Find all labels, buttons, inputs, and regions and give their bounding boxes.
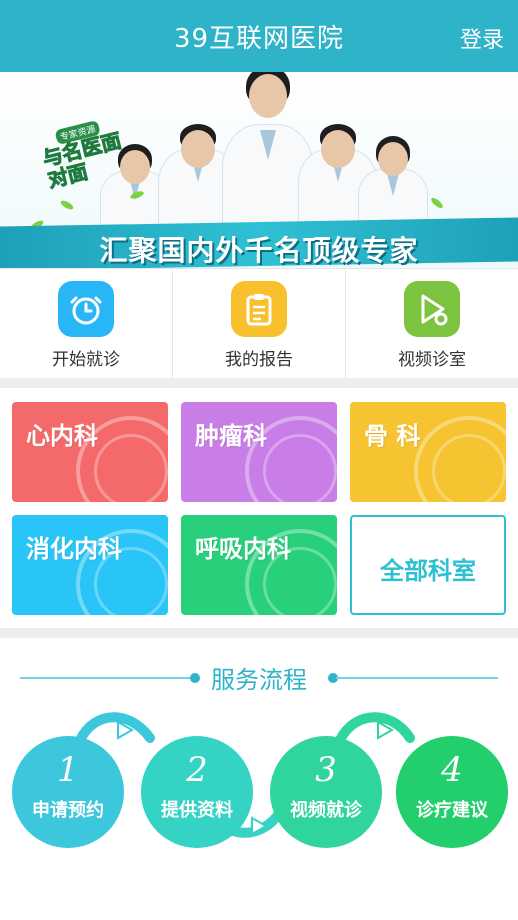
- dept-label: 骨 科: [364, 422, 421, 450]
- decorative-ring: [432, 434, 506, 502]
- dept-all-button[interactable]: 全部科室: [350, 515, 506, 615]
- quick-action-label: 我的报告: [225, 350, 293, 370]
- doctor-illustration: [358, 114, 428, 234]
- flow-step-number: 2: [186, 750, 208, 790]
- leaf-decoration: [59, 198, 75, 212]
- login-button[interactable]: 登录: [460, 22, 504, 54]
- clipboard-icon: [231, 281, 287, 337]
- leaf-decoration: [429, 196, 445, 210]
- flow-step-3: 3 视频就诊: [270, 736, 382, 848]
- app-header: 39互联网医院 登录: [0, 0, 518, 72]
- dept-orthopedics[interactable]: 骨 科: [350, 402, 506, 502]
- dept-label: 呼吸内科: [195, 535, 291, 563]
- dept-respiratory[interactable]: 呼吸内科: [181, 515, 337, 615]
- flow-step-number: 3: [315, 750, 337, 790]
- dept-label: 肿瘤科: [195, 422, 267, 450]
- section-divider: [0, 628, 518, 638]
- quick-action-my-reports[interactable]: 我的报告: [173, 269, 346, 378]
- dept-label: 心内科: [26, 422, 98, 450]
- flow-step-label: 申请预约: [32, 800, 104, 821]
- quick-action-label: 视频诊室: [398, 350, 466, 370]
- dept-label: 消化内科: [26, 535, 122, 563]
- quick-action-label: 开始就诊: [52, 350, 120, 370]
- quick-actions: 开始就诊 我的报告 视频诊室: [0, 268, 518, 378]
- flow-step-number: 4: [441, 750, 463, 790]
- flow-step-2: 2 提供资料: [141, 736, 253, 848]
- alarm-clock-icon: [58, 281, 114, 337]
- dept-all-label: 全部科室: [380, 557, 476, 585]
- video-play-icon: [404, 281, 460, 337]
- quick-action-start-consult[interactable]: 开始就诊: [0, 269, 173, 378]
- flow-step-1: 1 申请预约: [12, 736, 124, 848]
- decorative-ring: [94, 434, 168, 502]
- dept-gastroenterology[interactable]: 消化内科: [12, 515, 168, 615]
- flow-step-number: 1: [57, 750, 79, 790]
- flow-step-label: 提供资料: [161, 800, 233, 821]
- flow-step-4: 4 诊疗建议: [396, 736, 508, 848]
- section-divider: [0, 378, 518, 388]
- banner-slogan: 汇聚国内外千名顶级专家: [99, 234, 419, 267]
- decorative-ring: [263, 434, 337, 502]
- quick-action-video-clinic[interactable]: 视频诊室: [346, 269, 518, 378]
- expert-banner[interactable]: 专家资源 与名医面对面 汇聚国内外千名顶级专家: [0, 72, 518, 268]
- page-title: 39互联网医院: [173, 24, 345, 54]
- flow-step-label: 诊疗建议: [416, 800, 488, 821]
- dept-cardiology[interactable]: 心内科: [12, 402, 168, 502]
- dept-oncology[interactable]: 肿瘤科: [181, 402, 337, 502]
- flow-step-label: 视频就诊: [290, 800, 362, 821]
- flow-title-line-right: [336, 677, 498, 679]
